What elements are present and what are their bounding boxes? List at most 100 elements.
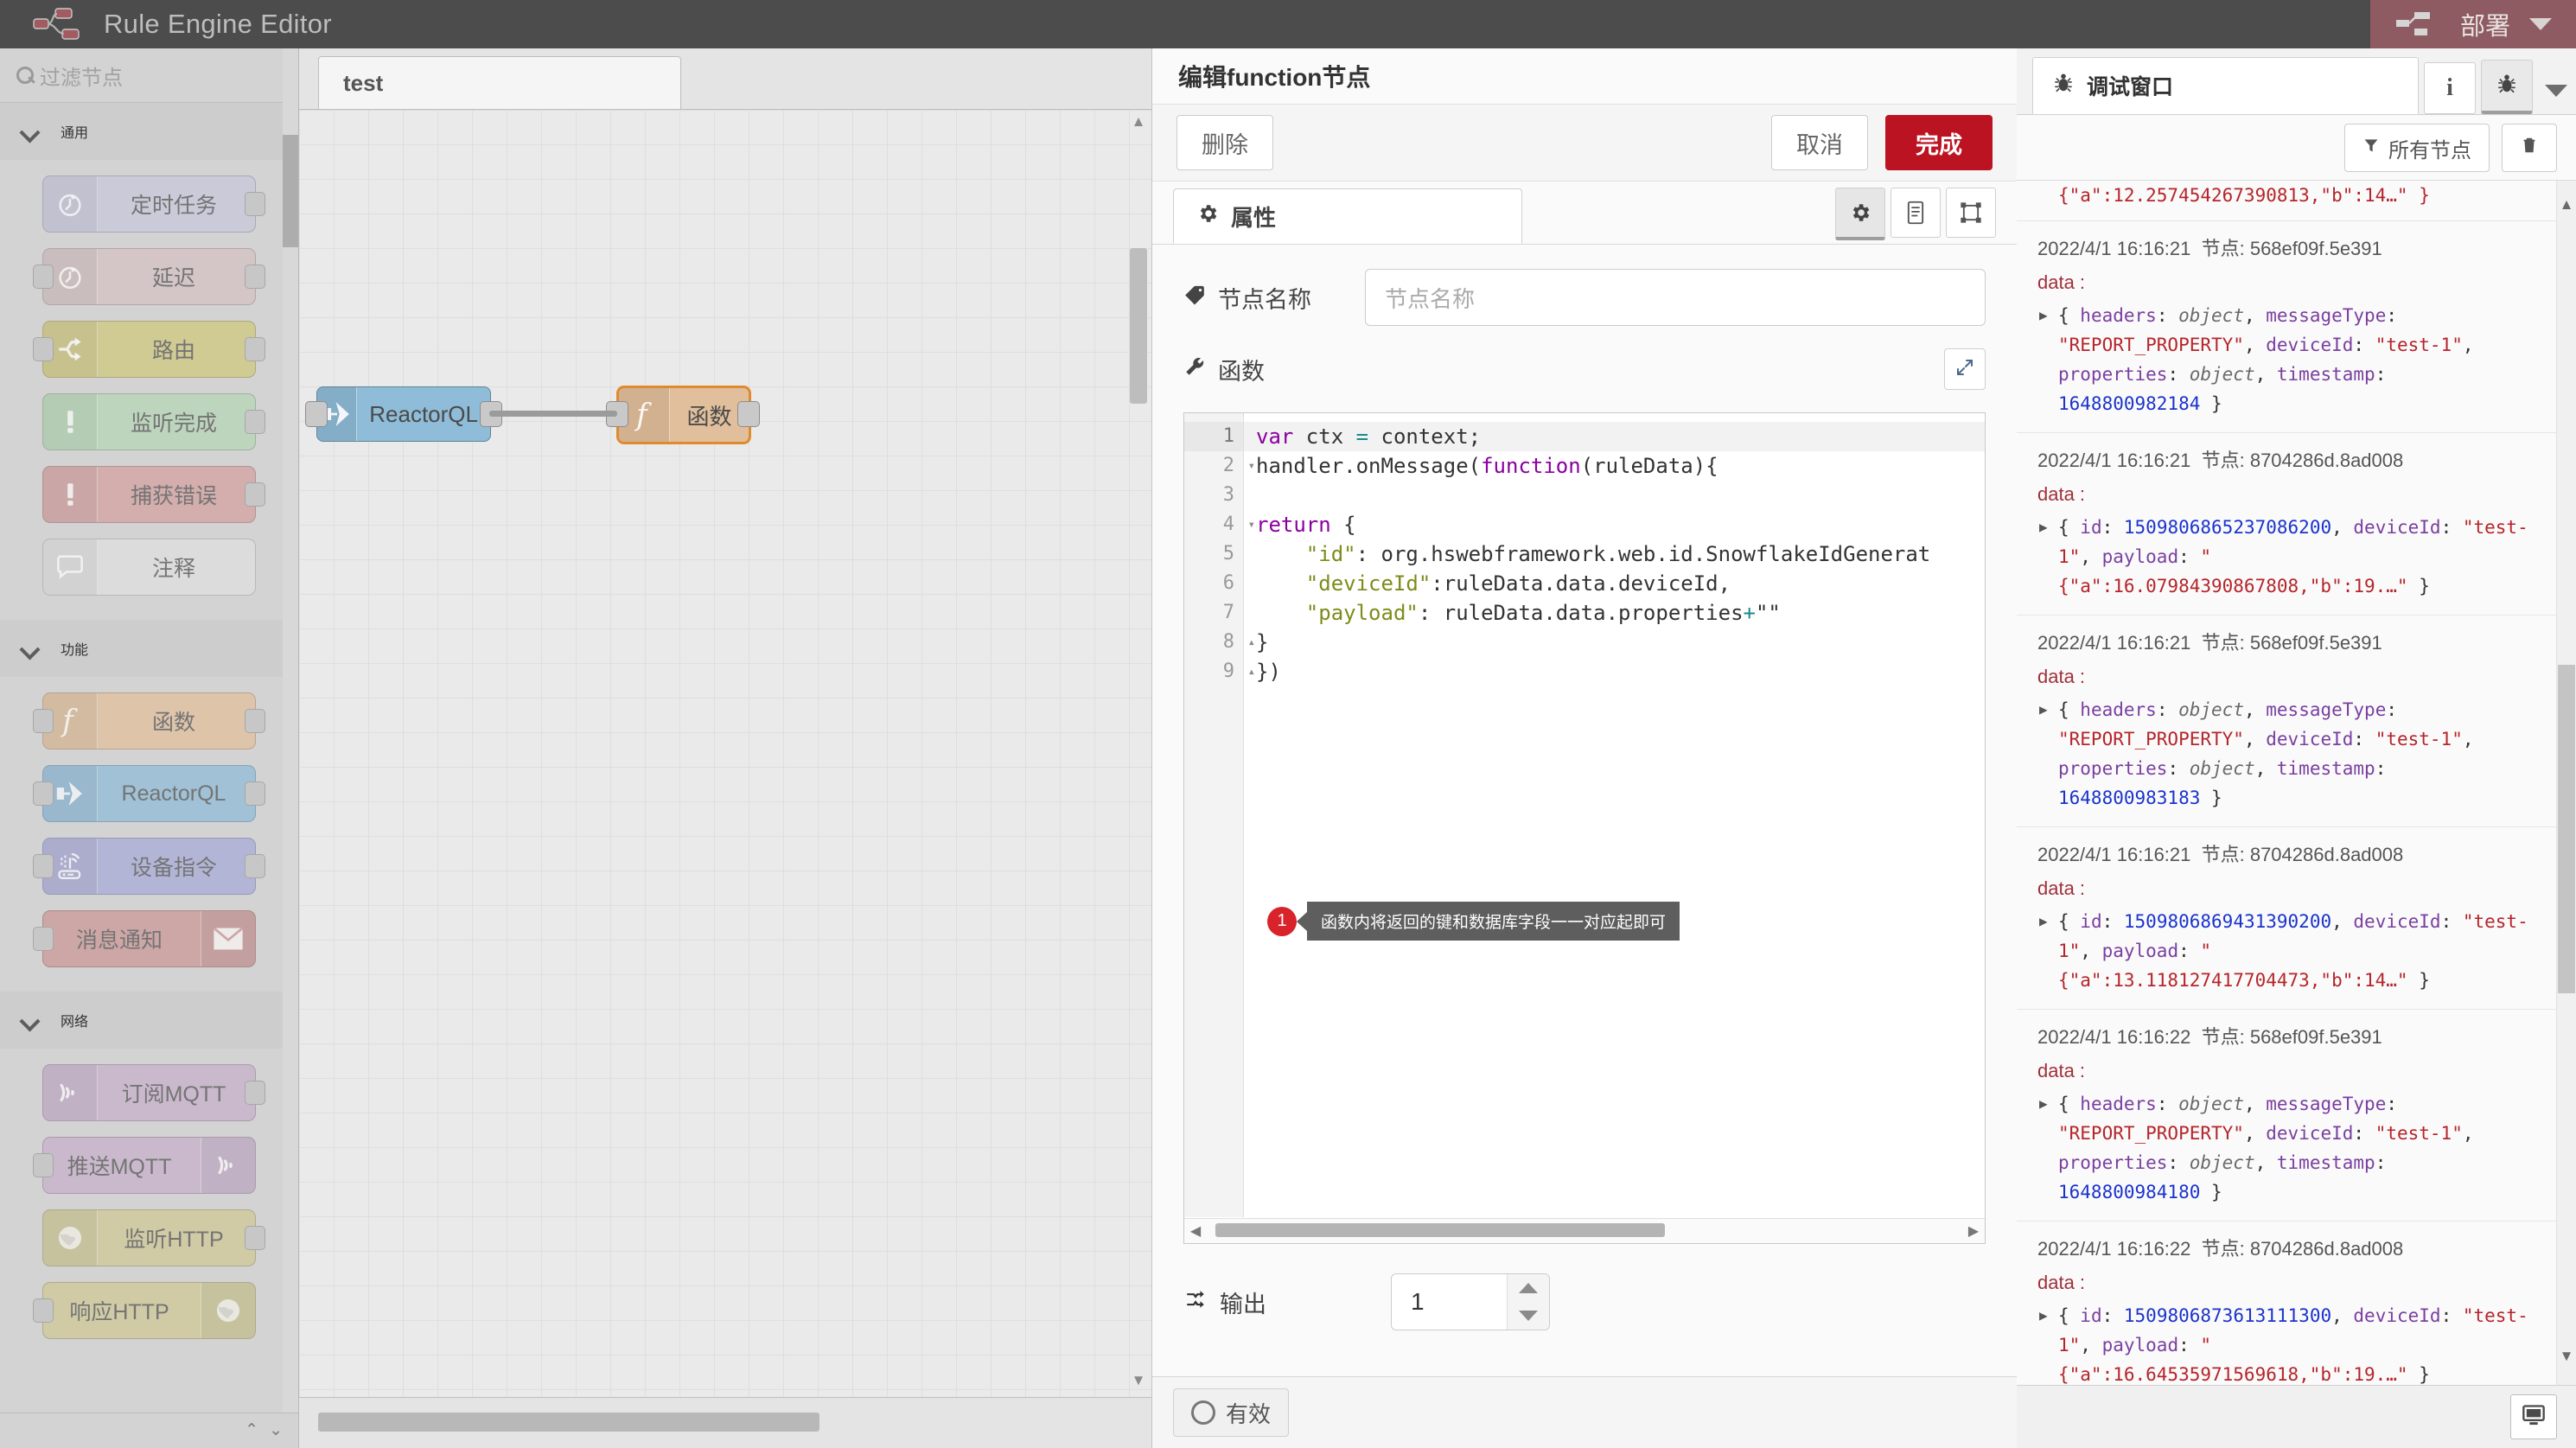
node-name-input[interactable]: 节点名称 [1365, 269, 1986, 326]
node-output-port[interactable] [245, 192, 265, 216]
palette-node[interactable]: 监听完成 [42, 393, 265, 450]
expand-triangle-icon[interactable]: ▶ [2039, 304, 2048, 327]
canvas-vscroll-thumb[interactable] [1130, 248, 1147, 404]
node-output-port[interactable] [737, 401, 760, 427]
node-wire[interactable] [489, 411, 617, 417]
palette-node[interactable]: 延迟 [33, 248, 265, 305]
expand-editor-button[interactable] [1944, 348, 1986, 390]
log-scrollbar[interactable]: ▲ ▼ [2556, 181, 2576, 1386]
output-stepper[interactable]: 1 [1391, 1273, 1550, 1330]
palette-node[interactable]: 消息通知 [33, 910, 256, 967]
code-editor[interactable]: 1 2 ▾ 3 4 ▾ 5 6 7 8 ▴ 9 ▴ var ctx = context; handler.… [1183, 412, 1986, 1244]
node-output-port[interactable] [245, 265, 265, 289]
log-entry-body[interactable]: ▶{ headers: object, messageType: "REPORT… [2037, 695, 2538, 813]
monitor-icon-button[interactable] [2510, 1394, 2557, 1439]
appearance-icon-button[interactable] [1946, 188, 1996, 238]
editor-scroll-right-icon[interactable]: ▶ [1962, 1222, 1985, 1240]
palette-node[interactable]: 路由 [33, 321, 265, 378]
node-output-port[interactable] [245, 1226, 265, 1250]
code-line[interactable]: var ctx = context; [1244, 422, 1985, 451]
log-entry[interactable]: 2022/4/1 16:16:22 节点: 8704286d.8ad008 dat… [2017, 1222, 2576, 1386]
gear-icon-button[interactable] [1835, 188, 1885, 240]
expand-triangle-icon[interactable]: ▶ [2039, 910, 2048, 933]
log-entry[interactable]: 2022/4/1 16:16:21 节点: 568ef09f.5e391 data… [2017, 221, 2576, 434]
palette-node[interactable]: 推送MQTT [33, 1137, 256, 1194]
deploy-button[interactable]: 部署 [2369, 0, 2576, 48]
palette-node[interactable]: 订阅MQTT [42, 1064, 265, 1121]
done-button[interactable]: 完成 [1885, 115, 1993, 170]
info-icon-button[interactable]: i [2424, 62, 2476, 114]
editor-hscrollbar[interactable]: ◀ ▶ [1184, 1218, 1985, 1243]
canvas-scroll-up-icon[interactable]: ▲ [1127, 113, 1150, 136]
tab-debug-window[interactable]: 调试窗口 [2032, 57, 2419, 114]
node-output-port[interactable] [245, 709, 265, 733]
log-scroll-up-icon[interactable]: ▲ [2557, 196, 2576, 222]
node-output-port[interactable] [245, 781, 265, 806]
chevron-down-icon[interactable] [2545, 85, 2567, 97]
bug-icon-button[interactable] [2481, 60, 2533, 114]
palette-node[interactable]: ReactorQL [33, 765, 265, 822]
node-output-port[interactable] [245, 854, 265, 878]
code-line[interactable]: handler.onMessage(function(ruleData){ [1256, 451, 1985, 481]
expand-triangle-icon[interactable]: ▶ [2039, 516, 2048, 539]
palette-group-header[interactable]: 功能 [0, 620, 298, 677]
clear-log-button[interactable] [2502, 124, 2557, 172]
node-input-port[interactable] [305, 401, 328, 427]
stepper-up-icon[interactable] [1519, 1283, 1538, 1293]
palette-scrollbar[interactable] [283, 48, 298, 1448]
enable-toggle-button[interactable]: 有效 [1173, 1388, 1290, 1437]
palette-filter-row[interactable]: 过滤节点 [0, 48, 298, 103]
tab-properties[interactable]: 属性 [1173, 188, 1522, 244]
flow-tab-test[interactable]: test [318, 56, 681, 109]
node-input-port[interactable] [33, 927, 54, 951]
chevron-down-icon[interactable] [2529, 18, 2552, 30]
node-input-port[interactable] [33, 854, 54, 878]
expand-triangle-icon[interactable]: ▶ [2039, 1093, 2048, 1115]
canvas-hscroll-thumb[interactable] [318, 1413, 819, 1432]
palette-node[interactable]: 捕获错误 [42, 466, 265, 523]
log-scroll-thumb[interactable] [2558, 665, 2575, 993]
output-value[interactable]: 1 [1392, 1274, 1507, 1330]
palette-node[interactable]: 注释 [42, 539, 256, 596]
code-area[interactable]: 1 2 ▾ 3 4 ▾ 5 6 7 8 ▴ 9 ▴ var ctx = context; handler.… [1184, 413, 1985, 1217]
palette-group-header[interactable]: 网络 [0, 992, 298, 1049]
node-output-port[interactable] [245, 482, 265, 507]
node-input-port[interactable] [33, 781, 54, 806]
expand-all-icon[interactable]: ⌄ [269, 1420, 283, 1440]
document-icon-button[interactable] [1891, 188, 1941, 238]
expand-triangle-icon[interactable]: ▶ [2039, 1304, 2048, 1327]
palette-node[interactable]: 定时任务 [42, 175, 265, 233]
log-entry[interactable]: 2022/4/1 16:16:21 节点: 8704286d.8ad008 dat… [2017, 433, 2576, 616]
stepper-arrows[interactable] [1507, 1274, 1549, 1330]
canvas-node[interactable]: f 函数 [617, 386, 750, 443]
delete-button[interactable]: 删除 [1176, 115, 1273, 170]
palette-collapse-controls[interactable]: ⌃ ⌄ [245, 1420, 283, 1440]
canvas-scroll-down-icon[interactable]: ▼ [1127, 1372, 1150, 1394]
palette-node[interactable]: 响应HTTP [33, 1282, 256, 1339]
code-fold-icon[interactable]: ▾ [1243, 510, 1255, 539]
palette-group-header[interactable]: 通用 [0, 103, 298, 160]
node-input-port[interactable] [33, 1298, 54, 1323]
code-line[interactable]: "deviceId":ruleData.data.deviceId, [1256, 569, 1985, 598]
filter-input[interactable]: 过滤节点 [40, 61, 123, 91]
code-lines[interactable]: var ctx = context; handler.onMessage(func… [1244, 413, 1985, 1217]
stepper-down-icon[interactable] [1519, 1311, 1538, 1321]
log-entry-body[interactable]: ▶{ id: 1509806869431390200, deviceId: "t… [2037, 907, 2538, 995]
canvas-node[interactable]: ReactorQL [316, 386, 491, 442]
node-output-port[interactable] [245, 337, 265, 361]
node-output-port[interactable] [245, 1081, 265, 1105]
collapse-all-icon[interactable]: ⌃ [245, 1420, 258, 1440]
code-fold-icon[interactable]: ▾ [1243, 451, 1255, 481]
editor-hscroll-thumb[interactable] [1215, 1223, 1665, 1237]
node-input-port[interactable] [33, 1153, 54, 1177]
code-fold-icon[interactable]: ▴ [1243, 628, 1255, 657]
log-entry-body[interactable]: ▶{ headers: object, messageType: "REPORT… [2037, 301, 2538, 418]
code-line[interactable]: "id": org.hswebframework.web.id.Snowflak… [1256, 539, 1985, 569]
log-entry-body[interactable]: ▶{ id: 1509806865237086200, deviceId: "t… [2037, 513, 2538, 601]
log-entry[interactable]: 2022/4/1 16:16:21 节点: 568ef09f.5e391 data… [2017, 616, 2576, 828]
node-output-port[interactable] [245, 410, 265, 434]
flow-canvas[interactable]: ReactorQL f 函数 ▲ ▼ [299, 110, 1151, 1398]
cancel-button[interactable]: 取消 [1771, 115, 1868, 170]
code-line[interactable]: } [1256, 628, 1985, 657]
log-entry[interactable]: 2022/4/1 16:16:22 节点: 568ef09f.5e391 data… [2017, 1010, 2576, 1222]
